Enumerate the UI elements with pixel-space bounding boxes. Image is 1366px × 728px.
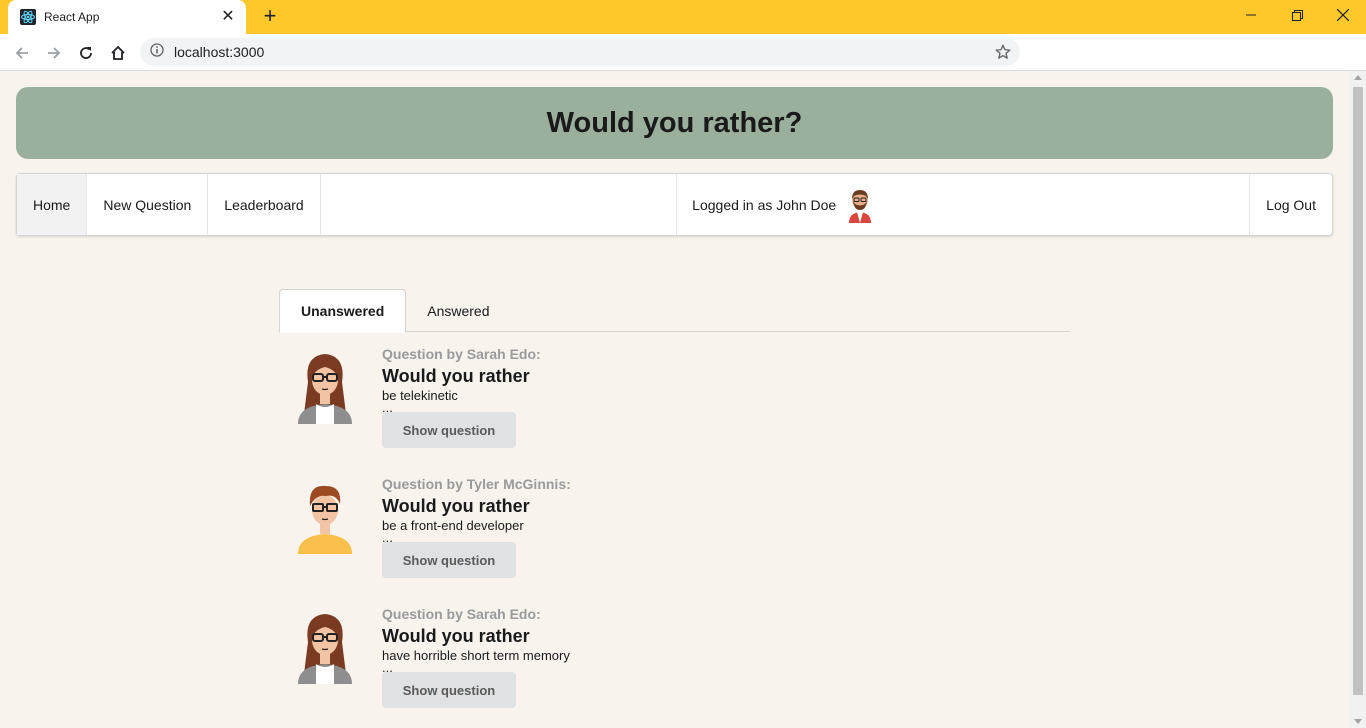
question-author: Question by Sarah Edo: [382,606,541,622]
close-tab-icon[interactable]: ✕ [220,9,236,25]
logout-button[interactable]: Log Out [1250,174,1332,235]
author-avatar [296,348,354,424]
nav-item-home[interactable]: Home [17,174,88,235]
question-card: Question by Sarah Edo: Would you rather … [296,606,996,726]
app-title: Would you rather? [546,106,803,139]
tab-unanswered[interactable]: Unanswered [279,289,407,333]
bookmark-star-icon[interactable] [994,43,1012,66]
tab-answered[interactable]: Answered [406,289,510,332]
app-header: Would you rather? [16,87,1333,159]
question-card: Question by Tyler McGinnis: Would you ra… [296,476,996,596]
address-bar[interactable]: localhost:3000 [140,38,1020,66]
back-icon[interactable] [9,40,35,66]
nav-item-new-question[interactable]: New Question [87,174,209,235]
logged-in-text: Logged in as John Doe [692,196,837,213]
new-tab-button[interactable]: + [258,5,282,28]
home-icon[interactable] [105,40,131,66]
question-body: Question by Sarah Edo: Would you rather … [382,346,541,448]
question-option-preview: be telekinetic [382,388,458,403]
question-heading: Would you rather [382,496,530,516]
ellipsis: ... [382,530,393,545]
author-avatar [296,478,354,554]
browser-toolbar: localhost:3000 [0,34,1366,71]
browser-tab[interactable]: React App ✕ [8,0,246,34]
question-heading: Would you rather [382,626,530,646]
page-viewport: Would you rather? Home New Question Lead… [0,71,1350,728]
url-text: localhost:3000 [174,44,265,60]
question-heading: Would you rather [382,366,530,386]
ellipsis: ... [382,660,393,675]
reload-icon[interactable] [73,40,99,66]
question-card: Question by Sarah Edo: Would you rather … [296,346,996,466]
question-body: Question by Sarah Edo: Would you rather … [382,606,570,708]
nav-spacer [321,174,678,235]
main-nav: Home New Question Leaderboard Logged in … [16,173,1333,236]
scroll-up-icon[interactable] [1354,75,1362,80]
ellipsis: ... [382,400,393,415]
show-question-button[interactable]: Show question [382,412,516,448]
question-body: Question by Tyler McGinnis: Would you ra… [382,476,571,578]
info-icon[interactable] [150,42,164,62]
nav-item-leaderboard[interactable]: Leaderboard [208,174,321,235]
question-author: Question by Tyler McGinnis: [382,476,571,492]
user-avatar [846,187,874,223]
forward-icon[interactable] [41,40,67,66]
logged-in-user: Logged in as John Doe [677,174,1251,235]
close-window-icon[interactable] [1320,0,1366,30]
browser-tab-strip: React App ✕ + [0,0,1366,34]
scroll-down-icon[interactable] [1354,719,1362,724]
react-icon [20,9,36,25]
author-avatar [296,608,354,684]
show-question-button[interactable]: Show question [382,542,516,578]
scrollbar-thumb[interactable] [1353,87,1363,695]
question-tabs: Unanswered Answered [279,289,1070,333]
question-option-preview: be a front-end developer [382,518,524,533]
question-author: Question by Sarah Edo: [382,346,541,362]
show-question-button[interactable]: Show question [382,672,516,708]
minimize-icon[interactable] [1228,0,1274,30]
restore-icon[interactable] [1274,0,1320,30]
vertical-scrollbar[interactable] [1350,71,1366,728]
question-option-preview: have horrible short term memory [382,648,570,663]
browser-tab-title: React App [44,10,100,24]
